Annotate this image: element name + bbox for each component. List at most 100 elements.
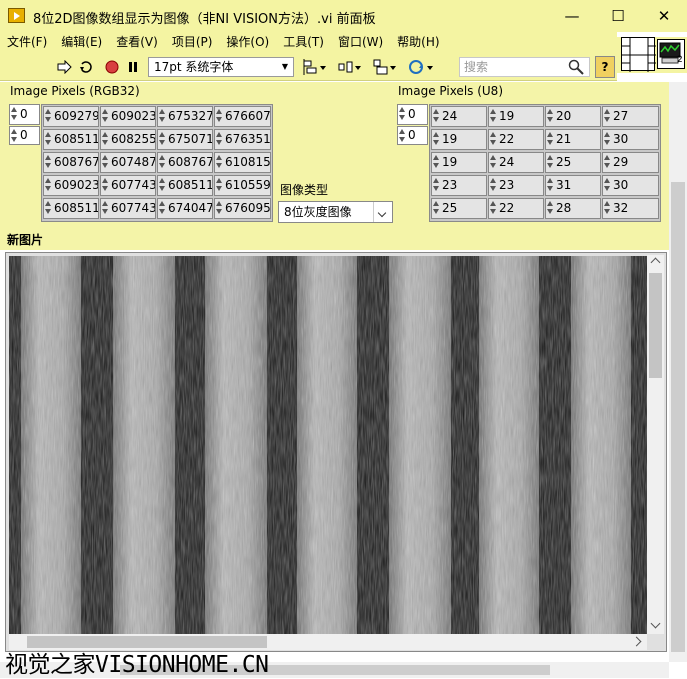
picture-vertical-scrollbar[interactable] (647, 255, 664, 634)
menu-operate[interactable]: 操作(O) (219, 32, 276, 52)
menu-edit[interactable]: 编辑(E) (54, 32, 109, 52)
increment-arrow-icon[interactable] (399, 128, 406, 144)
u8-cell[interactable]: 19 (488, 106, 544, 127)
vi-icon-number: 2 (677, 55, 683, 65)
u8-cell[interactable]: 19 (431, 152, 487, 173)
u8-cell[interactable]: 30 (602, 129, 659, 150)
u8-cell[interactable]: 30 (602, 175, 659, 196)
close-button[interactable]: ✕ (641, 0, 687, 32)
run-continuously-icon[interactable] (78, 58, 96, 76)
rgb32-cell[interactable]: 675071 (157, 129, 213, 150)
rgb32-cell[interactable]: 610815 (214, 152, 271, 173)
resize-objects-icon[interactable] (373, 58, 397, 76)
u8-cell[interactable]: 21 (545, 129, 601, 150)
u8-array-frame: 24 19 20 27 19 22 21 30 19 24 25 29 23 2… (429, 104, 661, 222)
u8-cell[interactable]: 20 (545, 106, 601, 127)
rgb32-cell[interactable]: 608511 (43, 129, 99, 150)
context-help-button[interactable]: ? (595, 56, 615, 78)
title-bar: 8位2D图像数组显示为图像（非NI VISION方法）.vi 前面板 — ☐ ✕ (0, 0, 687, 32)
u8-col-index[interactable]: 0 (397, 126, 428, 145)
rgb32-cell[interactable]: 674047 (157, 198, 213, 219)
pause-icon[interactable] (124, 58, 142, 76)
align-objects-icon[interactable] (303, 58, 327, 76)
rgb32-col-index[interactable]: 0 (9, 126, 40, 145)
increment-arrow-icon[interactable] (11, 128, 18, 144)
toolbar: 17pt 系统字体 ▼ 搜索 ? (0, 52, 617, 81)
u8-cell[interactable]: 24 (431, 106, 487, 127)
u8-cell[interactable]: 19 (431, 129, 487, 150)
search-placeholder: 搜索 (464, 60, 489, 74)
rgb32-cell[interactable]: 676095 (214, 198, 271, 219)
font-select-value: 17pt 系统字体 (154, 60, 234, 74)
window-title: 8位2D图像数组显示为图像（非NI VISION方法）.vi 前面板 (33, 12, 376, 27)
menu-window[interactable]: 窗口(W) (331, 32, 390, 52)
u8-array-label: Image Pixels (U8) (398, 84, 503, 98)
menu-file[interactable]: 文件(F) (0, 32, 54, 52)
u8-cell[interactable]: 23 (488, 175, 544, 196)
image-type-label: 图像类型 (280, 183, 329, 197)
labview-vi-icon (8, 8, 25, 23)
image-type-select[interactable]: 8位灰度图像 (278, 201, 393, 223)
u8-cell[interactable]: 23 (431, 175, 487, 196)
rgb32-cell[interactable]: 675327 (157, 106, 213, 127)
rgb32-row-index[interactable]: 0 (9, 104, 40, 125)
u8-cell[interactable]: 25 (545, 152, 601, 173)
rgb32-cell[interactable]: 608511 (157, 175, 213, 196)
watermark: 视觉之家VISIONHOME.CN (5, 645, 269, 679)
watermark-en: VISIONHOME.CN (95, 652, 269, 678)
menu-tools[interactable]: 工具(T) (276, 32, 331, 52)
scroll-right-icon[interactable] (631, 636, 642, 647)
increment-arrow-icon[interactable] (11, 106, 18, 122)
u8-cell[interactable]: 28 (545, 198, 601, 219)
font-select[interactable]: 17pt 系统字体 ▼ (148, 57, 294, 77)
u8-cell[interactable]: 27 (602, 106, 659, 127)
window-vertical-scroll-thumb[interactable] (671, 182, 685, 652)
scroll-down-icon[interactable] (650, 618, 661, 629)
rgb32-cell[interactable]: 609023 (100, 106, 156, 127)
rgb32-cell[interactable]: 676351 (214, 129, 271, 150)
u8-row-index[interactable]: 0 (397, 104, 428, 125)
rgb32-cell[interactable]: 676607 (214, 106, 271, 127)
u8-cell[interactable]: 22 (488, 198, 544, 219)
picture-vertical-scroll-thumb[interactable] (649, 273, 662, 378)
increment-arrow-icon[interactable] (399, 106, 406, 122)
maximize-button[interactable]: ☐ (595, 0, 641, 32)
picture-display[interactable] (9, 256, 647, 634)
u8-cell[interactable]: 22 (488, 129, 544, 150)
distribute-objects-icon[interactable] (338, 58, 362, 76)
rgb32-cell[interactable]: 608255 (100, 129, 156, 150)
chevron-down-icon: ▼ (281, 62, 288, 71)
picture-label: 新图片 (7, 233, 44, 247)
rgb32-cell[interactable]: 608511 (43, 198, 99, 219)
abort-icon[interactable] (103, 58, 121, 76)
menu-project[interactable]: 项目(P) (165, 32, 220, 52)
rgb32-array-frame: 609279 609023 675327 676607 608511 60825… (41, 104, 273, 222)
rgb32-array-label: Image Pixels (RGB32) (10, 84, 140, 98)
u8-cell[interactable]: 32 (602, 198, 659, 219)
rgb32-cell[interactable]: 607487 (100, 152, 156, 173)
search-icon[interactable] (567, 58, 585, 76)
scroll-up-icon[interactable] (650, 257, 661, 268)
menu-help[interactable]: 帮助(H) (390, 32, 446, 52)
u8-cell[interactable]: 31 (545, 175, 601, 196)
menu-view[interactable]: 查看(V) (109, 32, 165, 52)
rgb32-cell[interactable]: 607743 (100, 198, 156, 219)
rgb32-cell[interactable]: 608767 (43, 152, 99, 173)
rgb32-cell[interactable]: 609023 (43, 175, 99, 196)
u8-cell[interactable]: 29 (602, 152, 659, 173)
watermark-cn: 视觉之家 (5, 652, 96, 678)
u8-cell[interactable]: 24 (488, 152, 544, 173)
run-arrow-icon[interactable] (55, 58, 73, 76)
vi-icon[interactable]: 2 (657, 39, 685, 69)
connector-pane-icon[interactable] (621, 37, 656, 72)
rgb32-cell[interactable]: 609279 (43, 106, 99, 127)
rgb32-cell[interactable]: 607743 (100, 175, 156, 196)
corner-icons: 2 (617, 37, 687, 73)
window-vertical-scrollbar[interactable] (669, 82, 687, 662)
u8-cell[interactable]: 25 (431, 198, 487, 219)
metal-stripes-image (9, 256, 647, 634)
minimize-button[interactable]: — (549, 0, 595, 32)
reorder-icon[interactable] (408, 58, 434, 76)
rgb32-cell[interactable]: 608767 (157, 152, 213, 173)
rgb32-cell[interactable]: 610559 (214, 175, 271, 196)
